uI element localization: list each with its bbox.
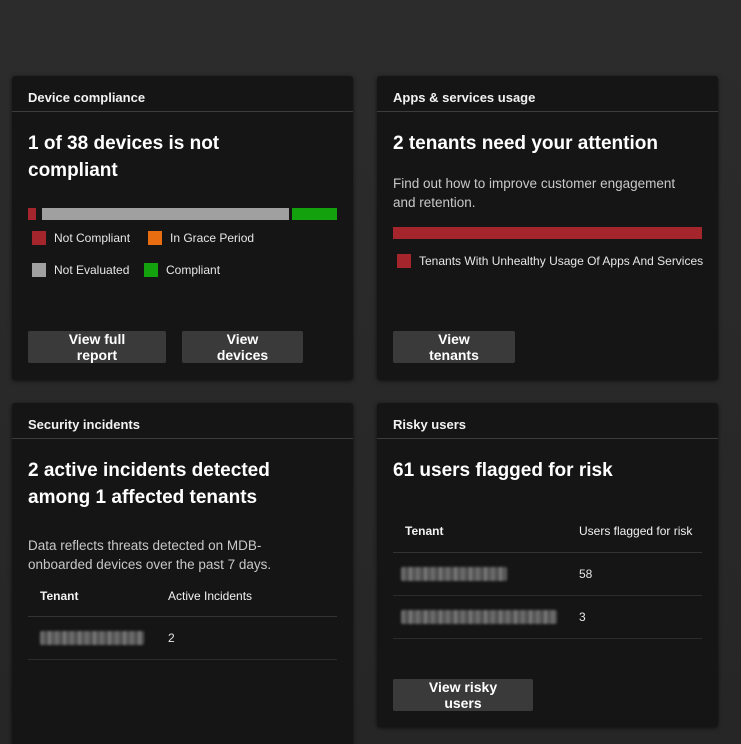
users-flagged-value: 58 [579, 552, 702, 596]
security-incidents-card: Security incidents 2 active incidents de… [12, 403, 353, 744]
tenant-name-redacted [28, 616, 168, 660]
legend-label: Not Compliant [54, 231, 131, 245]
legend-not-evaluated: Not Evaluated [32, 263, 129, 277]
card-title: 1 of 38 devices is not compliant [28, 133, 220, 181]
bar-unhealthy[interactable] [393, 227, 702, 239]
redacted-tenant-name [401, 566, 507, 581]
legend-label: Tenants With Unhealthy Usage Of Apps And… [419, 254, 704, 268]
legend-swatch [144, 263, 158, 277]
table-row[interactable]: 3 [393, 595, 702, 639]
card-header: Device compliance [12, 76, 353, 112]
view-tenants-button[interactable]: View tenants [393, 331, 515, 363]
redacted-tenant-name [40, 630, 144, 645]
table-header-row: Tenant Active Incidents [28, 579, 337, 617]
bar-compliant[interactable] [292, 208, 337, 220]
legend-not-compliant: Not Compliant [32, 231, 130, 245]
compliance-bar [28, 208, 337, 220]
bar-not-evaluated[interactable] [42, 208, 289, 220]
card-description: Find out how to improve customer engagem… [393, 176, 676, 210]
apps-usage-card: Apps & services usage 2 tenants need you… [377, 76, 718, 380]
column-header-active-incidents: Active Incidents [168, 579, 337, 617]
card-header: Apps & services usage [377, 76, 718, 112]
card-header: Security incidents [12, 403, 353, 439]
legend-label: Compliant [166, 263, 221, 277]
view-full-report-button[interactable]: View full report [28, 331, 166, 363]
risky-users-card: Risky users 61 users flagged for risk Te… [377, 403, 718, 727]
column-header-tenant: Tenant [393, 510, 579, 553]
table-header-row: Tenant Users flagged for risk [393, 510, 702, 553]
legend-label: In Grace Period [170, 231, 255, 245]
incidents-table: Tenant Active Incidents 2 [28, 579, 337, 660]
legend-grace-period: In Grace Period [148, 231, 254, 245]
tenant-name-redacted [393, 552, 579, 596]
bar-not-compliant[interactable] [28, 208, 36, 220]
users-flagged-value: 3 [579, 595, 702, 639]
column-header-tenant: Tenant [28, 579, 168, 617]
view-risky-users-button[interactable]: View risky users [393, 679, 533, 711]
legend-swatch [397, 254, 411, 268]
legend-swatch [32, 263, 46, 277]
legend-unhealthy-usage: Tenants With Unhealthy Usage Of Apps And… [397, 254, 703, 268]
risky-users-table: Tenant Users flagged for risk 58 3 [393, 510, 702, 639]
redacted-tenant-name [401, 609, 557, 624]
card-description: Data reflects threats detected on MDB-on… [28, 538, 272, 572]
card-title: 61 users flagged for risk [393, 460, 613, 481]
legend-swatch [32, 231, 46, 245]
tenant-name-redacted [393, 595, 579, 639]
card-title: 2 active incidents detected among 1 affe… [28, 460, 270, 508]
card-title: 2 tenants need your attention [393, 133, 658, 154]
active-incidents-value: 2 [168, 616, 337, 660]
table-row[interactable]: 58 [393, 552, 702, 596]
legend-label: Not Evaluated [54, 263, 130, 277]
legend-compliant: Compliant [144, 263, 220, 277]
view-devices-button[interactable]: View devices [182, 331, 303, 363]
card-header: Risky users [377, 403, 718, 439]
table-row[interactable]: 2 [28, 616, 337, 660]
device-compliance-card: Device compliance 1 of 38 devices is not… [12, 76, 353, 380]
legend-swatch [148, 231, 162, 245]
column-header-users-flagged: Users flagged for risk [579, 510, 702, 553]
